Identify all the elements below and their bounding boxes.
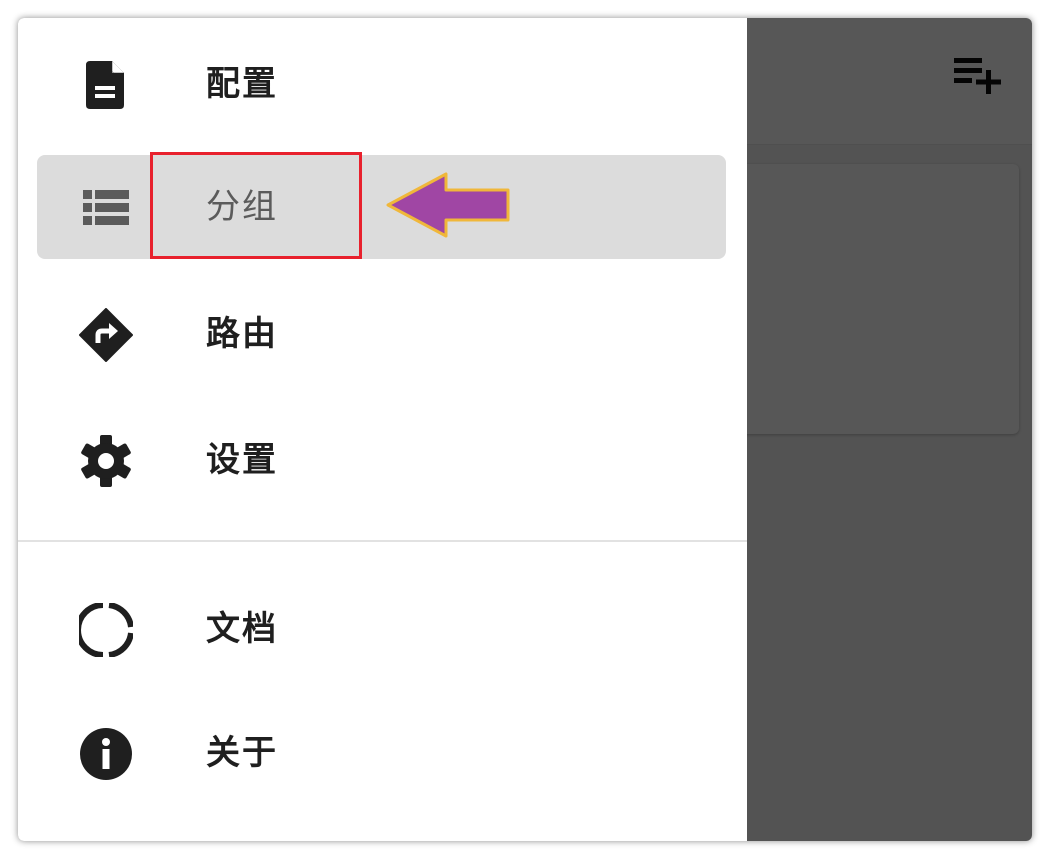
drawer-item-config[interactable]: 配置 bbox=[37, 32, 726, 136]
drawer-item-label: 配置 bbox=[206, 64, 278, 104]
info-icon bbox=[77, 728, 135, 780]
pointer-arrow-icon bbox=[386, 172, 510, 238]
app-window: 配置 分组 路由 设置 文档 关于 bbox=[18, 18, 1032, 841]
navigation-drawer: 配置 分组 路由 设置 文档 关于 bbox=[18, 18, 747, 841]
drawer-item-about[interactable]: 关于 bbox=[37, 701, 726, 805]
gear-icon bbox=[77, 435, 135, 487]
drawer-item-label: 路由 bbox=[206, 314, 278, 354]
drawer-item-routing[interactable]: 路由 bbox=[37, 282, 726, 386]
drawer-item-groups[interactable]: 分组 bbox=[37, 155, 726, 259]
document-icon bbox=[77, 59, 135, 111]
list-icon bbox=[77, 182, 135, 234]
highlight-box bbox=[150, 152, 362, 259]
directions-icon bbox=[77, 308, 135, 362]
drawer-item-label: 设置 bbox=[206, 440, 278, 480]
drawer-item-settings[interactable]: 设置 bbox=[37, 408, 726, 512]
drawer-item-label: 关于 bbox=[206, 733, 278, 773]
drawer-divider bbox=[18, 540, 747, 542]
drawer-item-label: 文档 bbox=[206, 609, 278, 649]
drawer-item-docs[interactable]: 文档 bbox=[37, 577, 726, 681]
donut-icon bbox=[77, 603, 135, 657]
